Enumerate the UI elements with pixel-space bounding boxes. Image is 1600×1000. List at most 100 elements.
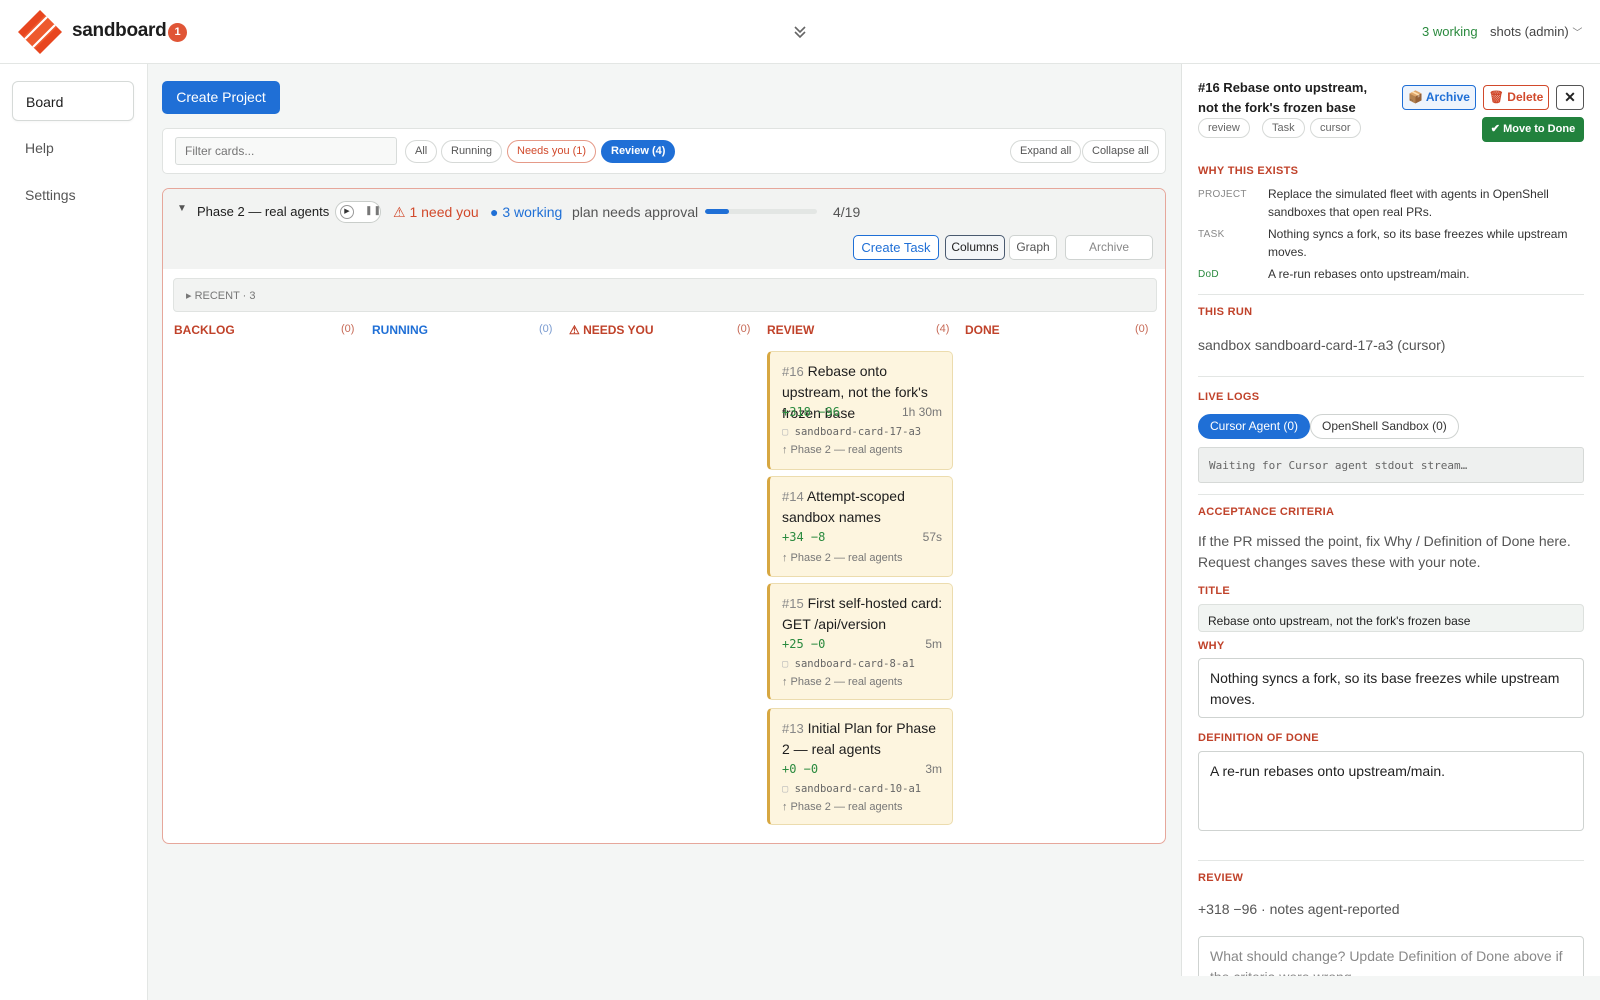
dod-key: DoD: [1198, 269, 1219, 280]
close-panel-button[interactable]: ✕: [1556, 85, 1584, 110]
logs-heading: LIVE LOGS: [1198, 391, 1260, 403]
card-sandbox: ▢ sandboard-card-8-a1: [782, 658, 915, 670]
card-sandbox: ▢ sandboard-card-17-a3: [782, 426, 921, 438]
run-controls: ▶ ❚❚: [335, 201, 381, 223]
dod-value: A re-run rebases onto upstream/main.: [1268, 267, 1470, 281]
user-name: shots (admin): [1490, 24, 1569, 39]
expand-all-button[interactable]: Expand all: [1010, 140, 1082, 163]
view-graph-button[interactable]: Graph: [1009, 235, 1057, 260]
sidebar-item-help[interactable]: Help: [12, 128, 134, 168]
notification-badge[interactable]: 1: [168, 23, 187, 42]
card-sandbox-name: sandboard-card-8-a1: [794, 658, 915, 670]
pause-icon[interactable]: ❚❚: [365, 205, 382, 216]
working-count[interactable]: ● 3 working: [490, 204, 562, 220]
sidebar: Board Help Settings: [0, 64, 148, 1000]
card-duration: 3m: [925, 762, 942, 776]
column-review-title: REVIEW: [767, 323, 815, 337]
column-done-title: DONE: [965, 323, 1000, 337]
filter-running[interactable]: Running: [441, 140, 502, 163]
review-heading: REVIEW: [1198, 872, 1244, 884]
card-sandbox-name: sandboard-card-17-a3: [794, 426, 922, 438]
card-title-text: First self-hosted card: GET /api/version: [782, 595, 943, 632]
project-key: PROJECT: [1198, 189, 1247, 200]
tab-cursor-agent[interactable]: Cursor Agent (0): [1198, 414, 1311, 439]
task-count: 4/19: [833, 204, 861, 220]
review-card[interactable]: #15 First self-hosted card: GET /api/ver…: [767, 583, 953, 700]
review-card[interactable]: #16 Rebase onto upstream, not the fork's…: [767, 351, 953, 470]
project-header: ▼ Phase 2 — real agents ▶ ❚❚ ⚠ 1 need yo…: [163, 189, 1165, 269]
card-diff: +0 −0: [782, 762, 819, 776]
sidebar-item-settings[interactable]: Settings: [12, 175, 134, 215]
filter-all[interactable]: All: [405, 140, 438, 163]
run-heading: THIS RUN: [1198, 306, 1253, 318]
dod-label: DEFINITION OF DONE: [1198, 732, 1319, 744]
card-phase: ↑ Phase 2 — real agents: [782, 676, 903, 688]
card-duration: 1h 30m: [901, 405, 942, 419]
sandbox-icon: ▢: [782, 426, 789, 438]
card-sandbox-name: sandboard-card-10-a1: [794, 783, 922, 795]
filter-review[interactable]: Review (4): [601, 140, 676, 163]
why-label: WHY: [1198, 640, 1225, 652]
create-project-button[interactable]: Create Project: [162, 81, 280, 114]
card-title: #15 First self-hosted card: GET /api/ver…: [782, 593, 947, 635]
task-key: TASK: [1198, 229, 1225, 240]
sidebar-item-board[interactable]: Board: [12, 81, 134, 121]
brand-name[interactable]: sandboard: [72, 20, 167, 42]
project-value: Replace the simulated fleet with agents …: [1268, 187, 1549, 219]
title-label: TITLE: [1198, 585, 1231, 597]
card-diff: +25 −0: [782, 637, 826, 651]
card-title: #14 Attempt-scoped sandbox names: [782, 486, 947, 528]
project-name[interactable]: Phase 2 — real agents: [197, 204, 329, 219]
review-card[interactable]: #13 Initial Plan for Phase 2 — real agen…: [767, 708, 953, 825]
review-meta: +318 −96 · notes agent-reported: [1198, 901, 1400, 917]
user-menu[interactable]: shots (admin) ﹀: [1490, 24, 1582, 39]
log-output: Waiting for Cursor agent stdout stream…: [1198, 447, 1584, 483]
approval-status: plan needs approval: [572, 204, 699, 220]
working-status[interactable]: 3 working: [1422, 24, 1478, 39]
card-number: #16: [782, 364, 804, 379]
play-icon[interactable]: ▶: [340, 205, 354, 219]
detail-title: #16 Rebase onto upstream, not the fork's…: [1198, 80, 1368, 115]
why-textarea[interactable]: Nothing syncs a fork, so its base freeze…: [1198, 658, 1584, 718]
collapse-all-button[interactable]: Collapse all: [1082, 140, 1159, 163]
collapse-header-icon[interactable]: [790, 22, 810, 42]
card-title: #13 Initial Plan for Phase 2 — real agen…: [782, 718, 947, 760]
card-detail-panel: #16 Rebase onto upstream, not the fork's…: [1181, 64, 1600, 976]
column-running-title: RUNNING: [372, 323, 428, 337]
tab-openshell-sandbox[interactable]: OpenShell Sandbox (0): [1310, 414, 1459, 439]
card-phase: ↑ Phase 2 — real agents: [782, 444, 903, 456]
archive-project-button[interactable]: Archive: [1065, 235, 1153, 260]
filter-needs-you[interactable]: Needs you (1): [507, 140, 597, 163]
move-to-done-button[interactable]: ✔ Move to Done: [1482, 117, 1584, 142]
filter-cards-input[interactable]: [175, 137, 397, 165]
sandboard-logo-icon[interactable]: [17, 9, 63, 55]
column-review-count: (4): [936, 323, 950, 335]
collapse-project-icon[interactable]: ▼: [177, 203, 187, 214]
column-needs-you-title: ⚠ NEEDS YOU: [569, 323, 654, 337]
acceptance-heading: ACCEPTANCE CRITERIA: [1198, 506, 1335, 518]
column-done-count: (0): [1135, 323, 1149, 335]
run-value: sandbox sandboard-card-17-a3 (cursor): [1198, 337, 1446, 353]
tag-cursor: cursor: [1310, 118, 1361, 138]
create-task-button[interactable]: Create Task: [853, 235, 939, 260]
dod-textarea[interactable]: A re-run rebases onto upstream/main.: [1198, 751, 1584, 831]
progress-fill: [705, 209, 729, 214]
divider: [1198, 294, 1584, 295]
review-card[interactable]: #14 Attempt-scoped sandbox names +34 −8 …: [767, 476, 953, 577]
delete-card-button[interactable]: 🗑 Delete: [1483, 85, 1549, 110]
card-duration: 57s: [922, 530, 942, 544]
card-number: #15: [782, 596, 804, 611]
archive-card-button[interactable]: 📦 Archive: [1402, 85, 1476, 110]
column-backlog-title: BACKLOG: [174, 323, 235, 337]
sandbox-icon: ▢: [782, 658, 789, 670]
view-columns-button[interactable]: Columns: [945, 235, 1005, 260]
acceptance-text: If the PR missed the point, fix Why / De…: [1198, 533, 1571, 570]
need-you-status[interactable]: ⚠ 1 need you: [393, 204, 479, 221]
column-needs-you-count: (0): [737, 323, 751, 335]
recent-toggle[interactable]: ▸ RECENT · 3: [173, 278, 1157, 312]
card-number: #14: [782, 489, 804, 504]
card-phase: ↑ Phase 2 — real agents: [782, 801, 903, 813]
card-diff: +318 −96: [782, 405, 840, 419]
title-input[interactable]: Rebase onto upstream, not the fork's fro…: [1198, 604, 1584, 632]
review-notes-textarea[interactable]: What should change? Update Definition of…: [1198, 936, 1584, 976]
